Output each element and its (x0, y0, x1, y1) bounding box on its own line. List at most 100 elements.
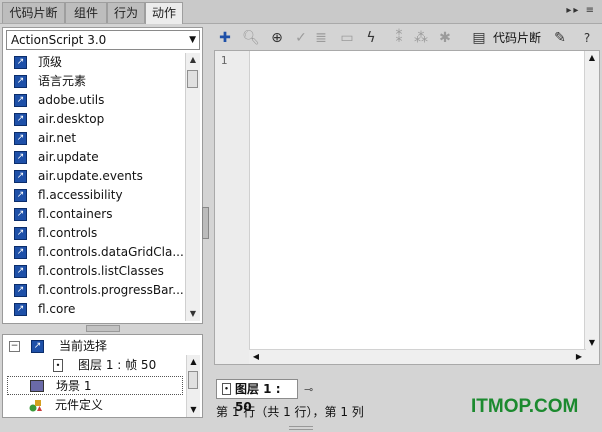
list-item[interactable]: ↗ 顶级 (6, 53, 186, 72)
find-icon[interactable]: 🔍︎ (242, 29, 260, 47)
scroll-down-icon[interactable]: ▼ (585, 336, 599, 350)
collapse-toolbox-handle[interactable] (202, 207, 209, 239)
navigator-scrollbar[interactable]: ▲ ▼ (186, 355, 200, 417)
package-icon: ↗ (14, 56, 27, 69)
tree-node-current-selection[interactable]: − ↗ 当前选择 (9, 337, 189, 356)
pin-script-icon[interactable]: ⊸ (304, 383, 313, 396)
list-item[interactable]: ↗ fl.accessibility (6, 186, 186, 205)
selection-icon: ↗ (31, 340, 44, 353)
list-item-label: fl.containers (38, 207, 113, 221)
collapse-between-braces-icon[interactable]: ⁑ (390, 29, 408, 47)
list-item[interactable]: ↗ fl.controls.progressBar... (6, 281, 186, 300)
help-icon[interactable]: ? (578, 29, 596, 47)
frame-icon: • (53, 359, 63, 372)
list-item-label: air.update.events (38, 169, 143, 183)
actions-toolbox: ActionScript 3.0 ▼ ↗ 顶级 ↗ 语言元素 ↗ adobe.util… (2, 27, 203, 324)
scroll-down-icon[interactable]: ▼ (187, 403, 200, 417)
list-item-label: air.net (38, 131, 77, 145)
script-tab-layer[interactable]: • 图层 1 : 50 (216, 379, 298, 414)
tab-code-snippets[interactable]: 代码片断 (2, 2, 65, 23)
panel-menu-icon[interactable]: ▸▸ ≡ (566, 5, 596, 16)
package-list-scrollbar[interactable]: ▲ ▼ (185, 53, 200, 321)
package-icon: ↗ (14, 94, 27, 107)
package-icon: ↗ (14, 227, 27, 240)
package-icon: ↗ (14, 303, 27, 316)
package-icon: ↗ (14, 265, 27, 278)
language-select-value: ActionScript 3.0 (11, 33, 107, 47)
code-snippets-label[interactable]: 代码片断 (493, 29, 541, 47)
list-item-label: fl.controls.dataGridCla... (38, 245, 184, 259)
collapse-selection-icon[interactable]: ⁂ (412, 29, 430, 47)
tab-actions[interactable]: 动作 (145, 2, 183, 24)
expand-all-icon[interactable]: ✱ (436, 29, 454, 47)
package-icon: ↗ (14, 170, 27, 183)
scroll-up-icon[interactable]: ▲ (186, 53, 200, 67)
list-item-label: fl.controls.listClasses (38, 264, 164, 278)
script-editor[interactable]: 1 ▲ ▼ ◀ ▶ (214, 50, 600, 365)
scroll-up-icon[interactable]: ▲ (585, 51, 599, 65)
list-item[interactable]: ↗ air.update.events (6, 167, 186, 186)
scrollbar-thumb[interactable] (188, 371, 198, 389)
list-item[interactable]: ↗ air.net (6, 129, 186, 148)
package-icon: ↗ (14, 113, 27, 126)
list-item[interactable]: ↗ air.update (6, 148, 186, 167)
line-number-gutter: 1 (215, 51, 250, 364)
tree-node-layer-frame[interactable]: • 图层 1 : 帧 50 (53, 356, 183, 375)
editor-toolbar: ✚ 🔍︎ ⊕ ✓ ≣ ▭ ϟ ⁑ ⁂ ✱ ▤ 代码片断 ✎ ? (214, 26, 600, 50)
list-item[interactable]: ↗ fl.controls.listClasses (6, 262, 186, 281)
package-list: ↗ 顶级 ↗ 语言元素 ↗ adobe.utils ↗ air.desktop ↗ air… (6, 53, 186, 321)
pane-splitter-handle[interactable] (86, 325, 120, 332)
show-code-hint-icon[interactable]: ▭ (338, 29, 356, 47)
list-item-label: air.desktop (38, 112, 105, 126)
list-item[interactable]: ↗ 语言元素 (6, 72, 186, 91)
scroll-left-icon[interactable]: ◀ (249, 350, 263, 363)
list-item-label: 顶级 (38, 55, 63, 69)
tab-behaviors[interactable]: 行为 (107, 2, 145, 23)
package-icon: ↗ (14, 151, 27, 164)
debug-options-icon[interactable]: ϟ (362, 29, 380, 47)
line-number: 1 (220, 54, 228, 67)
tree-node-label: 元件定义 (55, 398, 104, 412)
package-icon: ↗ (14, 246, 27, 259)
tab-components[interactable]: 组件 (65, 2, 107, 23)
list-item[interactable]: ↗ adobe.utils (6, 91, 186, 110)
tree-node-symbol-definitions[interactable]: 元件定义 (7, 396, 183, 415)
list-item-label: air.update (38, 150, 99, 164)
tree-node-label: 当前选择 (59, 339, 108, 353)
tree-node-label: 场景 1 (56, 379, 92, 393)
scroll-right-icon[interactable]: ▶ (572, 350, 586, 363)
symbols-icon (29, 399, 43, 412)
cursor-position-status: 第 1 行（共 1 行），第 1 列 (216, 405, 364, 419)
list-item[interactable]: ↗ air.desktop (6, 110, 186, 129)
check-syntax-icon[interactable]: ✓ (292, 29, 310, 47)
list-item[interactable]: ↗ fl.containers (6, 205, 186, 224)
list-item[interactable]: ↗ fl.controls.dataGridCla... (6, 243, 186, 262)
package-icon: ↗ (14, 132, 27, 145)
package-icon: ↗ (14, 75, 27, 88)
language-select[interactable]: ActionScript 3.0 ▼ (6, 30, 200, 50)
panel-tab-bar: 代码片断 组件 行为 动作 ▸▸ ≡ (0, 0, 602, 24)
package-icon: ↗ (14, 208, 27, 221)
insert-target-path-icon[interactable]: ⊕ (268, 29, 286, 47)
list-item-label: fl.controls (38, 226, 98, 240)
collapse-icon[interactable]: − (9, 341, 20, 352)
scrollbar-thumb[interactable] (187, 70, 198, 88)
tree-node-scene[interactable]: 场景 1 (7, 376, 183, 395)
editor-scrollbar-horizontal[interactable]: ◀ ▶ (249, 349, 586, 364)
scroll-down-icon[interactable]: ▼ (186, 307, 200, 321)
editor-scrollbar-vertical[interactable]: ▲ ▼ (584, 51, 599, 364)
code-assistant-wand-icon[interactable]: ✎ (551, 29, 569, 47)
list-item[interactable]: ↗ fl.core (6, 300, 186, 319)
code-snippets-icon[interactable]: ▤ (470, 29, 488, 47)
scroll-up-icon[interactable]: ▲ (187, 355, 200, 369)
package-icon: ↗ (14, 189, 27, 202)
add-item-icon[interactable]: ✚ (216, 29, 234, 47)
resize-grip-icon[interactable] (289, 426, 313, 430)
package-icon: ↗ (14, 284, 27, 297)
list-item-label: adobe.utils (38, 93, 105, 107)
auto-format-icon[interactable]: ≣ (312, 29, 330, 47)
list-item-label: fl.accessibility (38, 188, 123, 202)
list-item[interactable]: ↗ fl.controls (6, 224, 186, 243)
watermark: ITMOP.COM (471, 396, 579, 417)
chevron-down-icon: ▼ (189, 35, 196, 45)
